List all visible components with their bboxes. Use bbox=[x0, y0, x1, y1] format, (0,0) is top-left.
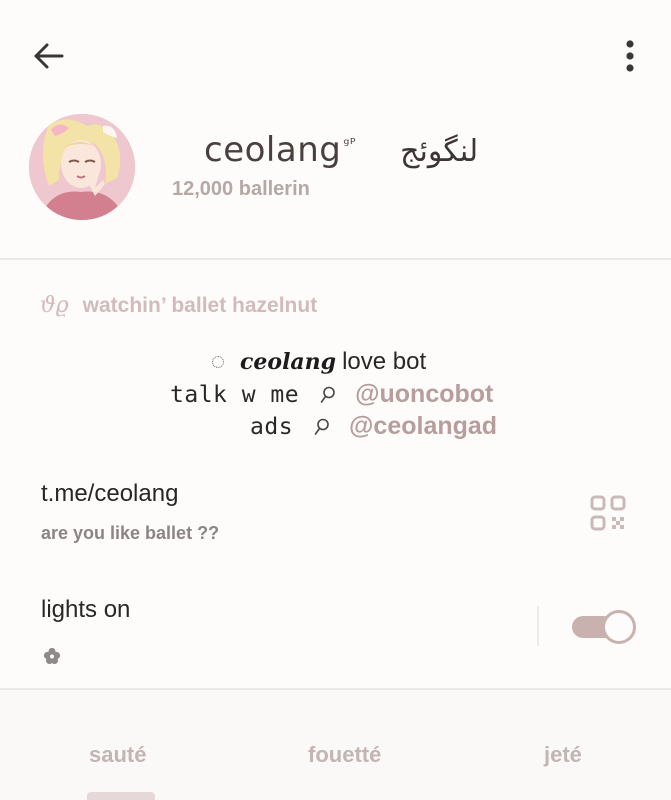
lights-toggle[interactable] bbox=[572, 610, 636, 644]
channel-link-caption: are you like ballet ?? bbox=[41, 523, 220, 543]
profile-title-alt: لنگوئج bbox=[400, 134, 479, 169]
toggle-knob bbox=[602, 610, 636, 644]
more-vertical-icon bbox=[626, 40, 634, 72]
ads-handle-link[interactable]: @ceolangad bbox=[349, 412, 497, 441]
bot-handle-link[interactable]: @uoncobot bbox=[355, 380, 493, 409]
flower-icon bbox=[43, 647, 61, 665]
status-symbol: ϑϱ bbox=[40, 293, 69, 318]
divider bbox=[0, 258, 671, 260]
title-decoration: ᵍᴾ bbox=[343, 134, 357, 153]
top-bar bbox=[0, 0, 671, 100]
channel-link[interactable]: t.me/ceolang bbox=[41, 480, 178, 508]
avatar-illustration bbox=[29, 114, 135, 220]
profile-page: ceolang ᵍᴾ لنگوئج 12,000 ballerin ϑϱ watc… bbox=[0, 0, 671, 800]
magnifier-icon bbox=[317, 384, 339, 406]
subscriber-count: 12,000 ballerin bbox=[172, 178, 310, 200]
bio-line-2-label: talk w me bbox=[170, 381, 300, 408]
bio-line-3-label: ads bbox=[250, 413, 294, 440]
status-text: watchin’ ballet hazelnut bbox=[82, 293, 318, 317]
back-button[interactable] bbox=[26, 34, 70, 78]
bio-line-3: ads @ceolangad bbox=[250, 412, 497, 441]
lights-label: lights on bbox=[41, 596, 131, 623]
vertical-divider bbox=[537, 606, 539, 646]
avatar[interactable] bbox=[29, 114, 135, 220]
tab-saute[interactable]: sauté bbox=[89, 742, 146, 768]
bio-line-1-text: love bot bbox=[342, 348, 427, 375]
profile-title: ceolang ᵍᴾ bbox=[204, 130, 357, 170]
bio-line-2: talk w me @uoncobot bbox=[170, 380, 493, 409]
arrow-left-icon bbox=[34, 43, 64, 69]
title-row: ceolang ᵍᴾ لنگوئج bbox=[204, 130, 478, 170]
active-tab-indicator bbox=[87, 792, 155, 800]
tab-jete[interactable]: jeté bbox=[544, 742, 582, 768]
more-menu-button[interactable] bbox=[612, 34, 648, 78]
bio-script-name: ceolang bbox=[240, 349, 337, 375]
tab-fouette[interactable]: fouetté bbox=[308, 742, 381, 768]
magnifier-icon bbox=[311, 416, 333, 438]
qr-code-icon bbox=[590, 495, 626, 531]
status-row: ϑϱ watchin’ ballet hazelnut bbox=[40, 293, 317, 318]
qr-code-button[interactable] bbox=[588, 493, 628, 533]
dotted-circle-icon bbox=[212, 356, 224, 368]
bio-line-1: ceolang love bot bbox=[212, 348, 426, 376]
